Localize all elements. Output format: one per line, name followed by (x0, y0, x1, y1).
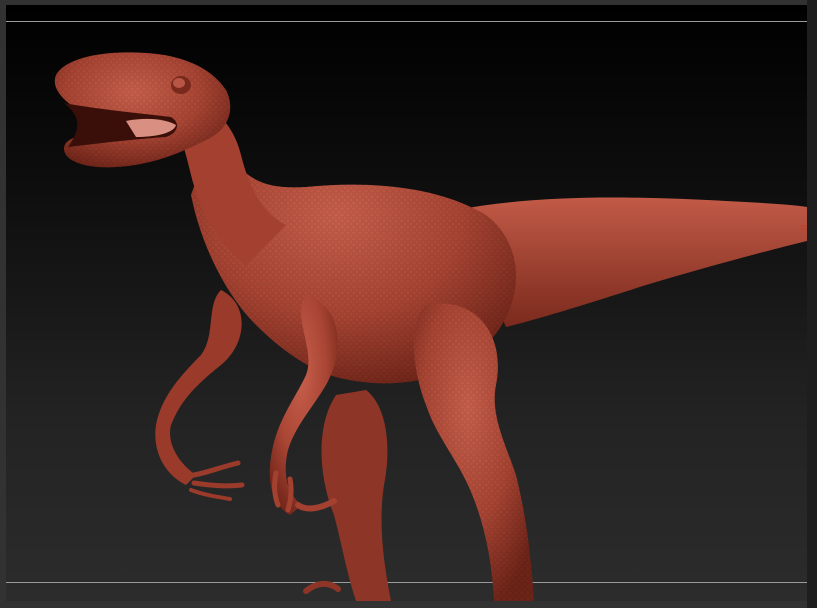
right-panel-edge (807, 0, 817, 608)
far-arm (155, 290, 245, 501)
selection-marker-icon[interactable] (801, 225, 806, 230)
near-hind-leg (413, 303, 534, 601)
raptor-model[interactable] (6, 5, 807, 601)
far-hind-leg (303, 390, 391, 601)
app-frame (0, 0, 817, 608)
document-viewport[interactable] (6, 5, 807, 601)
